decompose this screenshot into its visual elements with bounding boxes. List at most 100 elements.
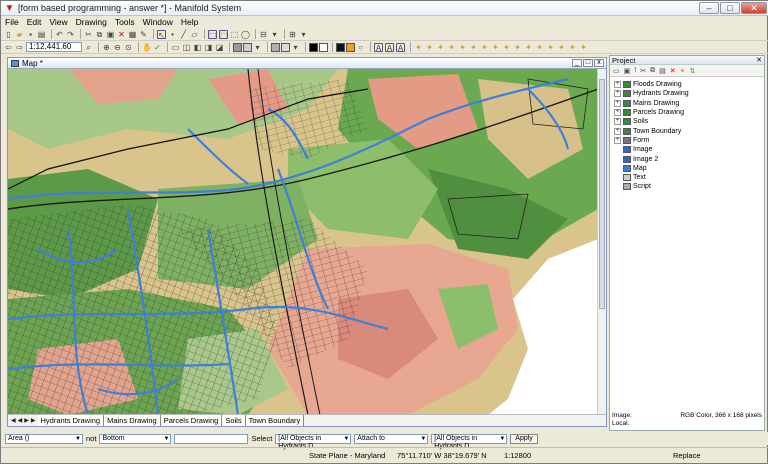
cut-icon[interactable]: ✂ [640, 67, 646, 75]
zoom-window-icon[interactable]: ⊙ [124, 43, 133, 52]
text-tool-icon[interactable]: A [385, 42, 394, 53]
select-button[interactable]: Select [251, 434, 272, 443]
project-tree-item[interactable]: + Town Boundary [614, 126, 764, 135]
fill-color-swatch[interactable] [233, 42, 242, 52]
project-tree-item[interactable]: + Hydrants Drawing [614, 89, 764, 98]
save-icon[interactable]: ▪ [26, 30, 35, 39]
transform-icon[interactable]: ✦ [436, 43, 445, 52]
open-component-icon[interactable]: ▣ [624, 67, 631, 75]
tab-parcels-drawing[interactable]: Parcels Drawing [160, 415, 223, 426]
point-color-swatch[interactable] [319, 42, 328, 52]
menu-file[interactable]: File [5, 17, 19, 27]
menu-help[interactable]: Help [181, 17, 198, 27]
dropdown-arrow-icon[interactable]: ▾ [270, 30, 279, 39]
tab-hydrants-drawing[interactable]: Hydrants Drawing [37, 415, 105, 426]
first-tab-arrow-icon[interactable]: ◀ [11, 417, 16, 424]
menu-tools[interactable]: Tools [115, 17, 135, 27]
expand-icon[interactable]: + [614, 109, 621, 117]
zoom-out-icon[interactable]: ⊖ [113, 43, 122, 52]
shape-icon[interactable]: ◪ [215, 43, 224, 52]
refresh-icon[interactable]: ⇅ [689, 67, 695, 75]
shape-icon[interactable]: ◧ [193, 43, 202, 52]
paste-icon[interactable]: ▤ [659, 67, 666, 75]
transform-icon[interactable]: ✦ [414, 43, 423, 52]
lock-icon[interactable]: ⊟ [259, 30, 268, 39]
menu-window[interactable]: Window [143, 17, 173, 27]
expand-icon[interactable]: + [614, 90, 621, 98]
undo-icon[interactable]: ↶ [55, 30, 64, 39]
transform-icon[interactable]: ✦ [469, 43, 478, 52]
pin-icon[interactable]: ✎ [139, 30, 148, 39]
zoom-in-icon[interactable]: ⊕ [102, 43, 111, 52]
layer-icon[interactable]: ⊞ [288, 30, 297, 39]
transform-icon[interactable]: ✦ [546, 43, 555, 52]
delete-icon[interactable]: ✕ [117, 30, 126, 39]
poly-select-icon[interactable]: ⬚ [230, 30, 239, 39]
fill-color-swatch[interactable] [243, 42, 252, 52]
back-arrow-icon[interactable]: ⇦ [4, 43, 13, 52]
open-icon[interactable]: ▰ [15, 30, 24, 39]
copy-icon[interactable]: ⧉ [95, 30, 104, 39]
project-tree-item[interactable]: + Floods Drawing [614, 80, 764, 89]
transform-icon[interactable]: ✦ [579, 43, 588, 52]
transform-icon[interactable]: ✦ [480, 43, 489, 52]
menu-edit[interactable]: Edit [27, 17, 42, 27]
delete-icon[interactable]: ✕ [670, 67, 676, 75]
shape-icon[interactable]: ◨ [204, 43, 213, 52]
table-icon[interactable]: ▦ [128, 30, 137, 39]
cut-icon[interactable]: ✂ [84, 30, 93, 39]
transform-icon[interactable]: ✦ [513, 43, 522, 52]
last-tab-arrow-icon[interactable]: ▶ [31, 417, 36, 424]
check-icon[interactable]: ✓ [153, 43, 162, 52]
copy-icon[interactable]: ⧉ [650, 67, 655, 75]
box-select-icon[interactable]: ⬚ [208, 29, 217, 40]
prev-tab-arrow-icon[interactable]: ◀ [18, 417, 23, 424]
transform-icon[interactable]: ✦ [502, 43, 511, 52]
dropdown-arrow-icon[interactable]: ▾ [291, 43, 300, 52]
text-tool-icon[interactable]: A [374, 42, 383, 53]
next-tab-arrow-icon[interactable]: ▶ [24, 417, 29, 424]
project-tree-item[interactable]: + Mains Drawing [614, 99, 764, 108]
bottom-select[interactable]: Bottom ▼ [99, 433, 172, 444]
line-color-swatch[interactable] [281, 42, 290, 52]
map-close-button[interactable]: x [594, 59, 604, 67]
point-color-swatch[interactable] [309, 42, 318, 52]
transform-icon[interactable]: ✦ [568, 43, 577, 52]
redo-icon[interactable]: ↷ [66, 30, 75, 39]
pan-icon[interactable]: ✋ [142, 43, 152, 52]
tab-mains-drawing[interactable]: Mains Drawing [104, 415, 161, 426]
query-input[interactable] [174, 433, 249, 444]
project-tree-item[interactable]: Image [614, 145, 764, 154]
transform-icon[interactable]: ✦ [447, 43, 456, 52]
transform-icon[interactable]: ✦ [425, 43, 434, 52]
area-tool-icon[interactable]: ▱ [190, 30, 199, 39]
print-icon[interactable]: ▤ [37, 30, 46, 39]
dropdown-arrow-icon[interactable]: ▾ [253, 43, 262, 52]
expand-icon[interactable]: + [614, 127, 621, 135]
project-tree-item[interactable]: Text [614, 173, 764, 182]
transform-icon[interactable]: ✦ [458, 43, 467, 52]
project-tree-item[interactable]: Image 2 [614, 154, 764, 163]
target-objects-select[interactable]: [All Objects in Hydrants D ▼ [431, 433, 508, 450]
circle-icon[interactable]: ○ [356, 43, 365, 52]
transform-icon[interactable]: ✦ [535, 43, 544, 52]
add-icon[interactable]: ✦ [680, 67, 686, 75]
point-tool-icon[interactable]: • [168, 30, 177, 39]
line-color-swatch[interactable] [271, 42, 280, 52]
zoom-icon[interactable]: ⌕ [84, 43, 93, 52]
new-icon[interactable]: ▯ [4, 30, 13, 39]
tab-soils[interactable]: Soils [222, 415, 246, 426]
project-tree-item[interactable]: + Parcels Drawing [614, 108, 764, 117]
manifold-app-icon[interactable]: ▼ [4, 3, 15, 14]
apply-button[interactable]: Apply [510, 433, 538, 444]
objects-select[interactable]: [All Objects in Hydrants D ▼ [275, 433, 352, 450]
lasso-select-icon[interactable]: ⬚ [219, 29, 228, 40]
black-color-swatch[interactable] [336, 42, 345, 52]
menu-drawing[interactable]: Drawing [76, 17, 107, 27]
info-icon[interactable]: ! [634, 67, 636, 74]
map-restore-button[interactable]: □ [583, 59, 593, 67]
line-tool-icon[interactable]: ╱ [179, 30, 188, 39]
menu-view[interactable]: View [49, 17, 67, 27]
attach-select[interactable]: Attach to ▼ [354, 433, 429, 444]
dropdown-arrow-icon[interactable]: ▾ [299, 30, 308, 39]
